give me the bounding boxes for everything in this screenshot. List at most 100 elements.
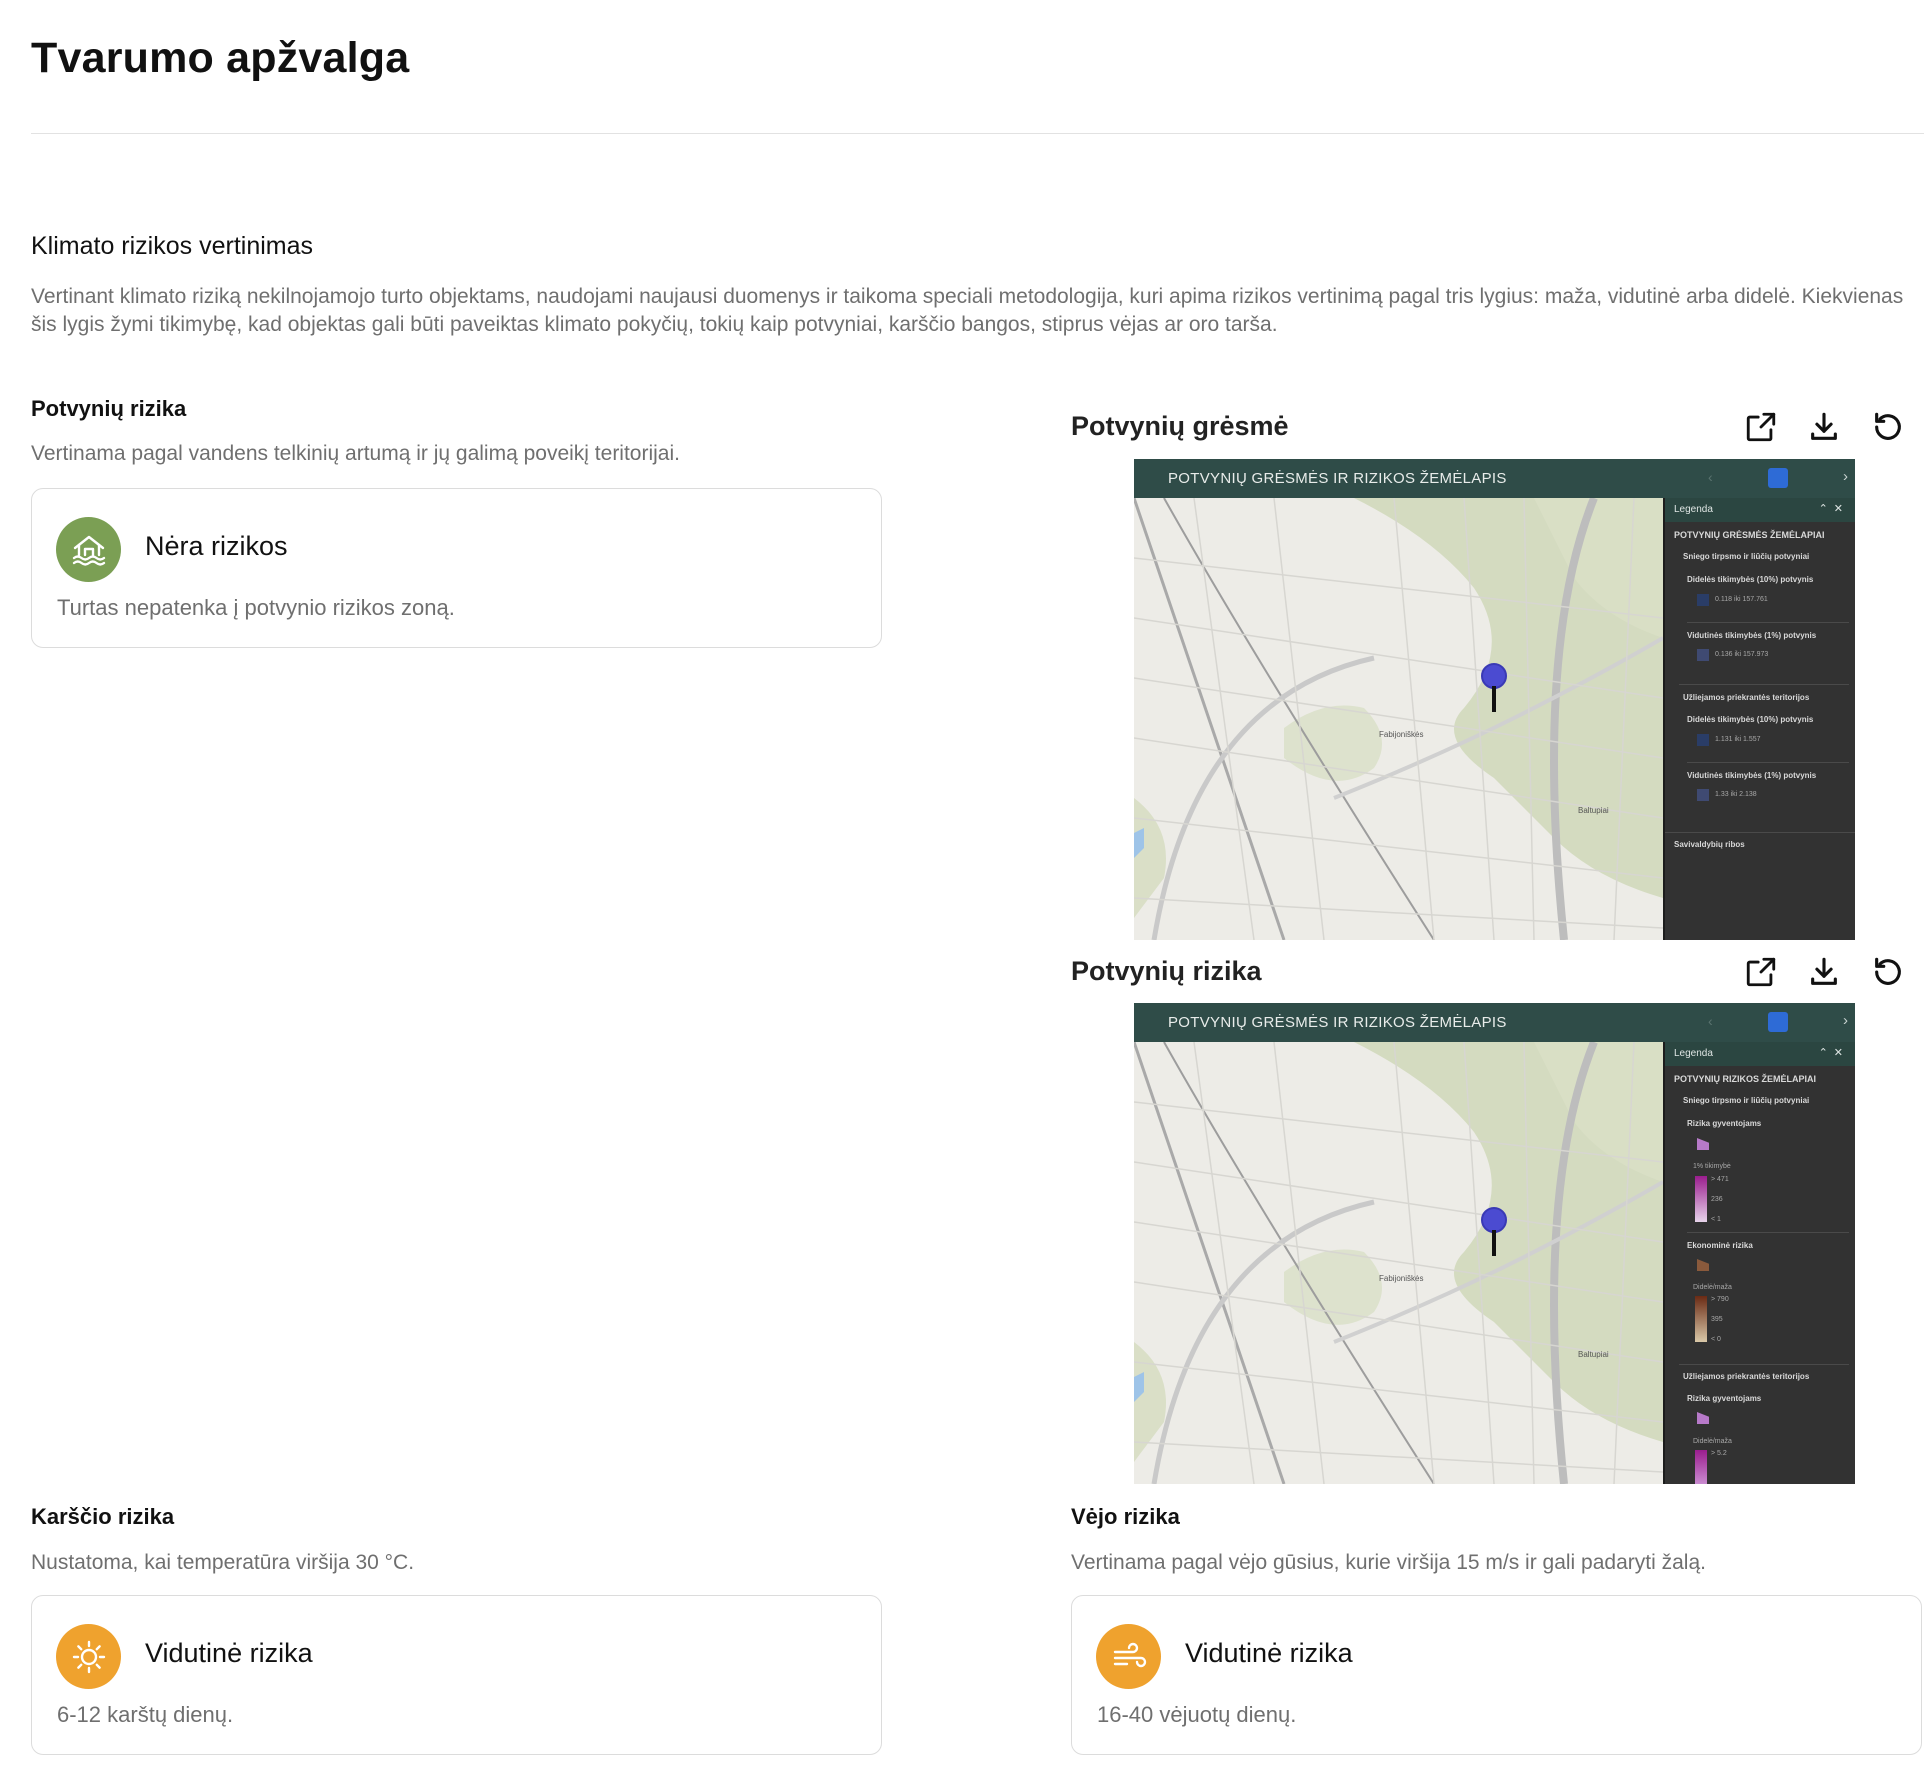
legend-gradient — [1695, 1450, 1707, 1484]
map-canvas[interactable]: Fabijoniškės Baltupiai — [1134, 496, 1665, 940]
wind-risk-level: Vidutinė rizika — [1185, 1638, 1353, 1668]
legend-tick: > 5.2 — [1711, 1450, 1727, 1457]
legend-section-title: Sniego tirpsmo ir liūčių potvyniai — [1683, 1096, 1810, 1105]
wind-risk-title: Vėjo rizika — [1071, 1504, 1180, 1529]
legend-divider — [1665, 832, 1855, 833]
flood-risk-map[interactable]: POTVYNIŲ GRĖSMĖS IR RIZIKOS ŽEMĖLAPIS ‹ … — [1134, 1003, 1855, 1484]
legend-item-range: 1.131 iki 1.557 — [1715, 736, 1761, 743]
legend-swatch — [1697, 1412, 1709, 1424]
legend-tick: < 1 — [1711, 1216, 1721, 1223]
legend-scale-label: 1% tikimybė — [1693, 1163, 1731, 1170]
legend-item-label: Vidutinės tikimybės (1%) potvynis — [1687, 771, 1817, 780]
header-divider — [31, 133, 1924, 134]
legend-divider — [1679, 1364, 1849, 1365]
legend-section-title: Sniego tirpsmo ir liūčių potvyniai — [1683, 552, 1810, 561]
legend-title: Legenda — [1674, 504, 1713, 515]
map-place-label: Baltupiai — [1578, 1350, 1609, 1359]
legend-title: Legenda — [1674, 1048, 1713, 1059]
flood-risk-map-title: Potvynių rizika — [1071, 956, 1262, 986]
legend-header: Legenda ⌃✕ — [1665, 1042, 1855, 1066]
map-header: POTVYNIŲ GRĖSMĖS IR RIZIKOS ŽEMĖLAPIS ‹ … — [1134, 1003, 1855, 1042]
legend-group-title: POTVYNIŲ GRĖSMĖS ŽEMĖLAPIAI — [1674, 530, 1825, 540]
open-external-icon[interactable] — [1741, 952, 1781, 992]
legend-item-label: Didelės tikimybės (10%) potvynis — [1687, 715, 1814, 724]
legend-header: Legenda ⌃✕ — [1665, 498, 1855, 522]
legend-collapse-close-icons[interactable]: ⌃✕ — [1819, 502, 1849, 515]
chevron-left-icon[interactable]: ‹ — [1708, 1013, 1713, 1029]
legend-swatch — [1697, 734, 1709, 746]
legend-item-range: 0.118 iki 157.761 — [1715, 596, 1768, 603]
legend-swatch — [1697, 1138, 1709, 1150]
chevron-right-icon[interactable]: › — [1843, 468, 1848, 485]
legend-divider — [1687, 1232, 1849, 1233]
heat-risk-level: Vidutinė rizika — [145, 1638, 313, 1668]
legend-swatch — [1697, 789, 1709, 801]
heat-risk-title: Karščio rizika — [31, 1504, 175, 1529]
wind-icon — [1096, 1624, 1161, 1689]
wind-risk-card: Vidutinė rizika 16-40 vėjuotų dienų. — [1071, 1595, 1922, 1755]
legend-swatch — [1697, 649, 1709, 661]
legend-tick: 236 — [1711, 1196, 1723, 1203]
map-legend-panel: Legenda ⌃✕ POTVYNIŲ RIZIKOS ŽEMĖLAPIAI S… — [1663, 1042, 1855, 1484]
map-place-label: Fabijoniškės — [1379, 730, 1424, 739]
legend-scale-label: Didelė/maža — [1693, 1438, 1732, 1445]
heat-risk-card: Vidutinė rizika 6-12 karštų dienų. — [31, 1595, 882, 1755]
heat-risk-note: 6-12 karštų dienų. — [57, 1702, 234, 1727]
flood-threat-map[interactable]: POTVYNIŲ GRĖSMĖS IR RIZIKOS ŽEMĖLAPIS ‹ … — [1134, 459, 1855, 940]
section-title: Klimato rizikos vertinimas — [31, 232, 314, 260]
legend-group-title: POTVYNIŲ RIZIKOS ŽEMĖLAPIAI — [1674, 1074, 1817, 1084]
download-icon[interactable] — [1804, 407, 1844, 447]
flood-risk-card: Nėra rizikos Turtas nepatenka į potvynio… — [31, 488, 882, 648]
legend-item-range: 1.33 iki 2.138 — [1715, 791, 1757, 798]
location-pin-stem — [1492, 1230, 1496, 1256]
legend-item-label: Vidutinės tikimybės (1%) potvynis — [1687, 631, 1817, 640]
legend-divider — [1679, 684, 1849, 685]
map-header: POTVYNIŲ GRĖSMĖS IR RIZIKOS ŽEMĖLAPIS ‹ … — [1134, 459, 1855, 498]
legend-section-title: Užliejamos priekrantės teritorijos — [1683, 1372, 1810, 1381]
location-pin-stem — [1492, 686, 1496, 712]
map-place-label: Fabijoniškės — [1379, 1274, 1424, 1283]
wind-risk-note: 16-40 vėjuotų dienų. — [1097, 1702, 1297, 1727]
legend-swatch — [1697, 594, 1709, 606]
chevron-left-icon[interactable]: ‹ — [1708, 469, 1713, 485]
flood-risk-level: Nėra rizikos — [145, 531, 288, 561]
legend-item-label: Rizika gyventojams — [1687, 1394, 1762, 1403]
download-icon[interactable] — [1804, 952, 1844, 992]
legend-item-label: Ekonominė rizika — [1687, 1241, 1753, 1250]
map-header-title: POTVYNIŲ GRĖSMĖS IR RIZIKOS ŽEMĖLAPIS — [1168, 1014, 1507, 1031]
legend-tick: 395 — [1711, 1316, 1723, 1323]
legend-tick: > 790 — [1711, 1296, 1729, 1303]
layers-icon[interactable] — [1768, 468, 1788, 488]
layers-icon[interactable] — [1768, 1012, 1788, 1032]
legend-item-label: Didelės tikimybės (10%) potvynis — [1687, 575, 1814, 584]
legend-divider — [1687, 762, 1849, 763]
legend-tick: < 0 — [1711, 1336, 1721, 1343]
heat-risk-description: Nustatoma, kai temperatūra viršija 30 °C… — [31, 1551, 415, 1574]
flood-risk-description: Vertinama pagal vandens telkinių artumą … — [31, 442, 680, 465]
page-title: Tvarumo apžvalga — [31, 34, 410, 82]
legend-scale-label: Didelė/maža — [1693, 1284, 1732, 1291]
legend-item-label: Rizika gyventojams — [1687, 1119, 1762, 1128]
legend-collapse-close-icons[interactable]: ⌃✕ — [1819, 1046, 1849, 1059]
wind-risk-description: Vertinama pagal vėjo gūsius, kurie virši… — [1071, 1551, 1706, 1574]
map-place-label: Baltupiai — [1578, 806, 1609, 815]
legend-section-title: Užliejamos priekrantės teritorijos — [1683, 693, 1810, 702]
map-legend-panel: Legenda ⌃✕ POTVYNIŲ GRĖSMĖS ŽEMĖLAPIAI S… — [1663, 498, 1855, 940]
chevron-right-icon[interactable]: › — [1843, 1012, 1848, 1029]
legend-swatch — [1697, 1259, 1709, 1271]
map-header-title: POTVYNIŲ GRĖSMĖS IR RIZIKOS ŽEMĖLAPIS — [1168, 470, 1507, 487]
flood-house-icon — [56, 517, 121, 582]
map-canvas[interactable]: Fabijoniškės Baltupiai — [1134, 1040, 1665, 1484]
refresh-icon[interactable] — [1868, 952, 1908, 992]
flood-risk-note: Turtas nepatenka į potvynio rizikos zoną… — [57, 595, 455, 620]
refresh-icon[interactable] — [1868, 407, 1908, 447]
legend-item-range: 0.136 iki 157.973 — [1715, 651, 1769, 658]
sun-icon — [56, 1624, 121, 1689]
open-external-icon[interactable] — [1741, 407, 1781, 447]
flood-threat-map-title: Potvynių grėsmė — [1071, 411, 1289, 441]
flood-risk-title: Potvynių rizika — [31, 396, 187, 421]
section-description: Vertinant klimato riziką nekilnojamojo t… — [31, 285, 1904, 336]
legend-tick: > 471 — [1711, 1176, 1729, 1183]
legend-divider — [1687, 622, 1849, 623]
legend-gradient — [1695, 1176, 1707, 1222]
